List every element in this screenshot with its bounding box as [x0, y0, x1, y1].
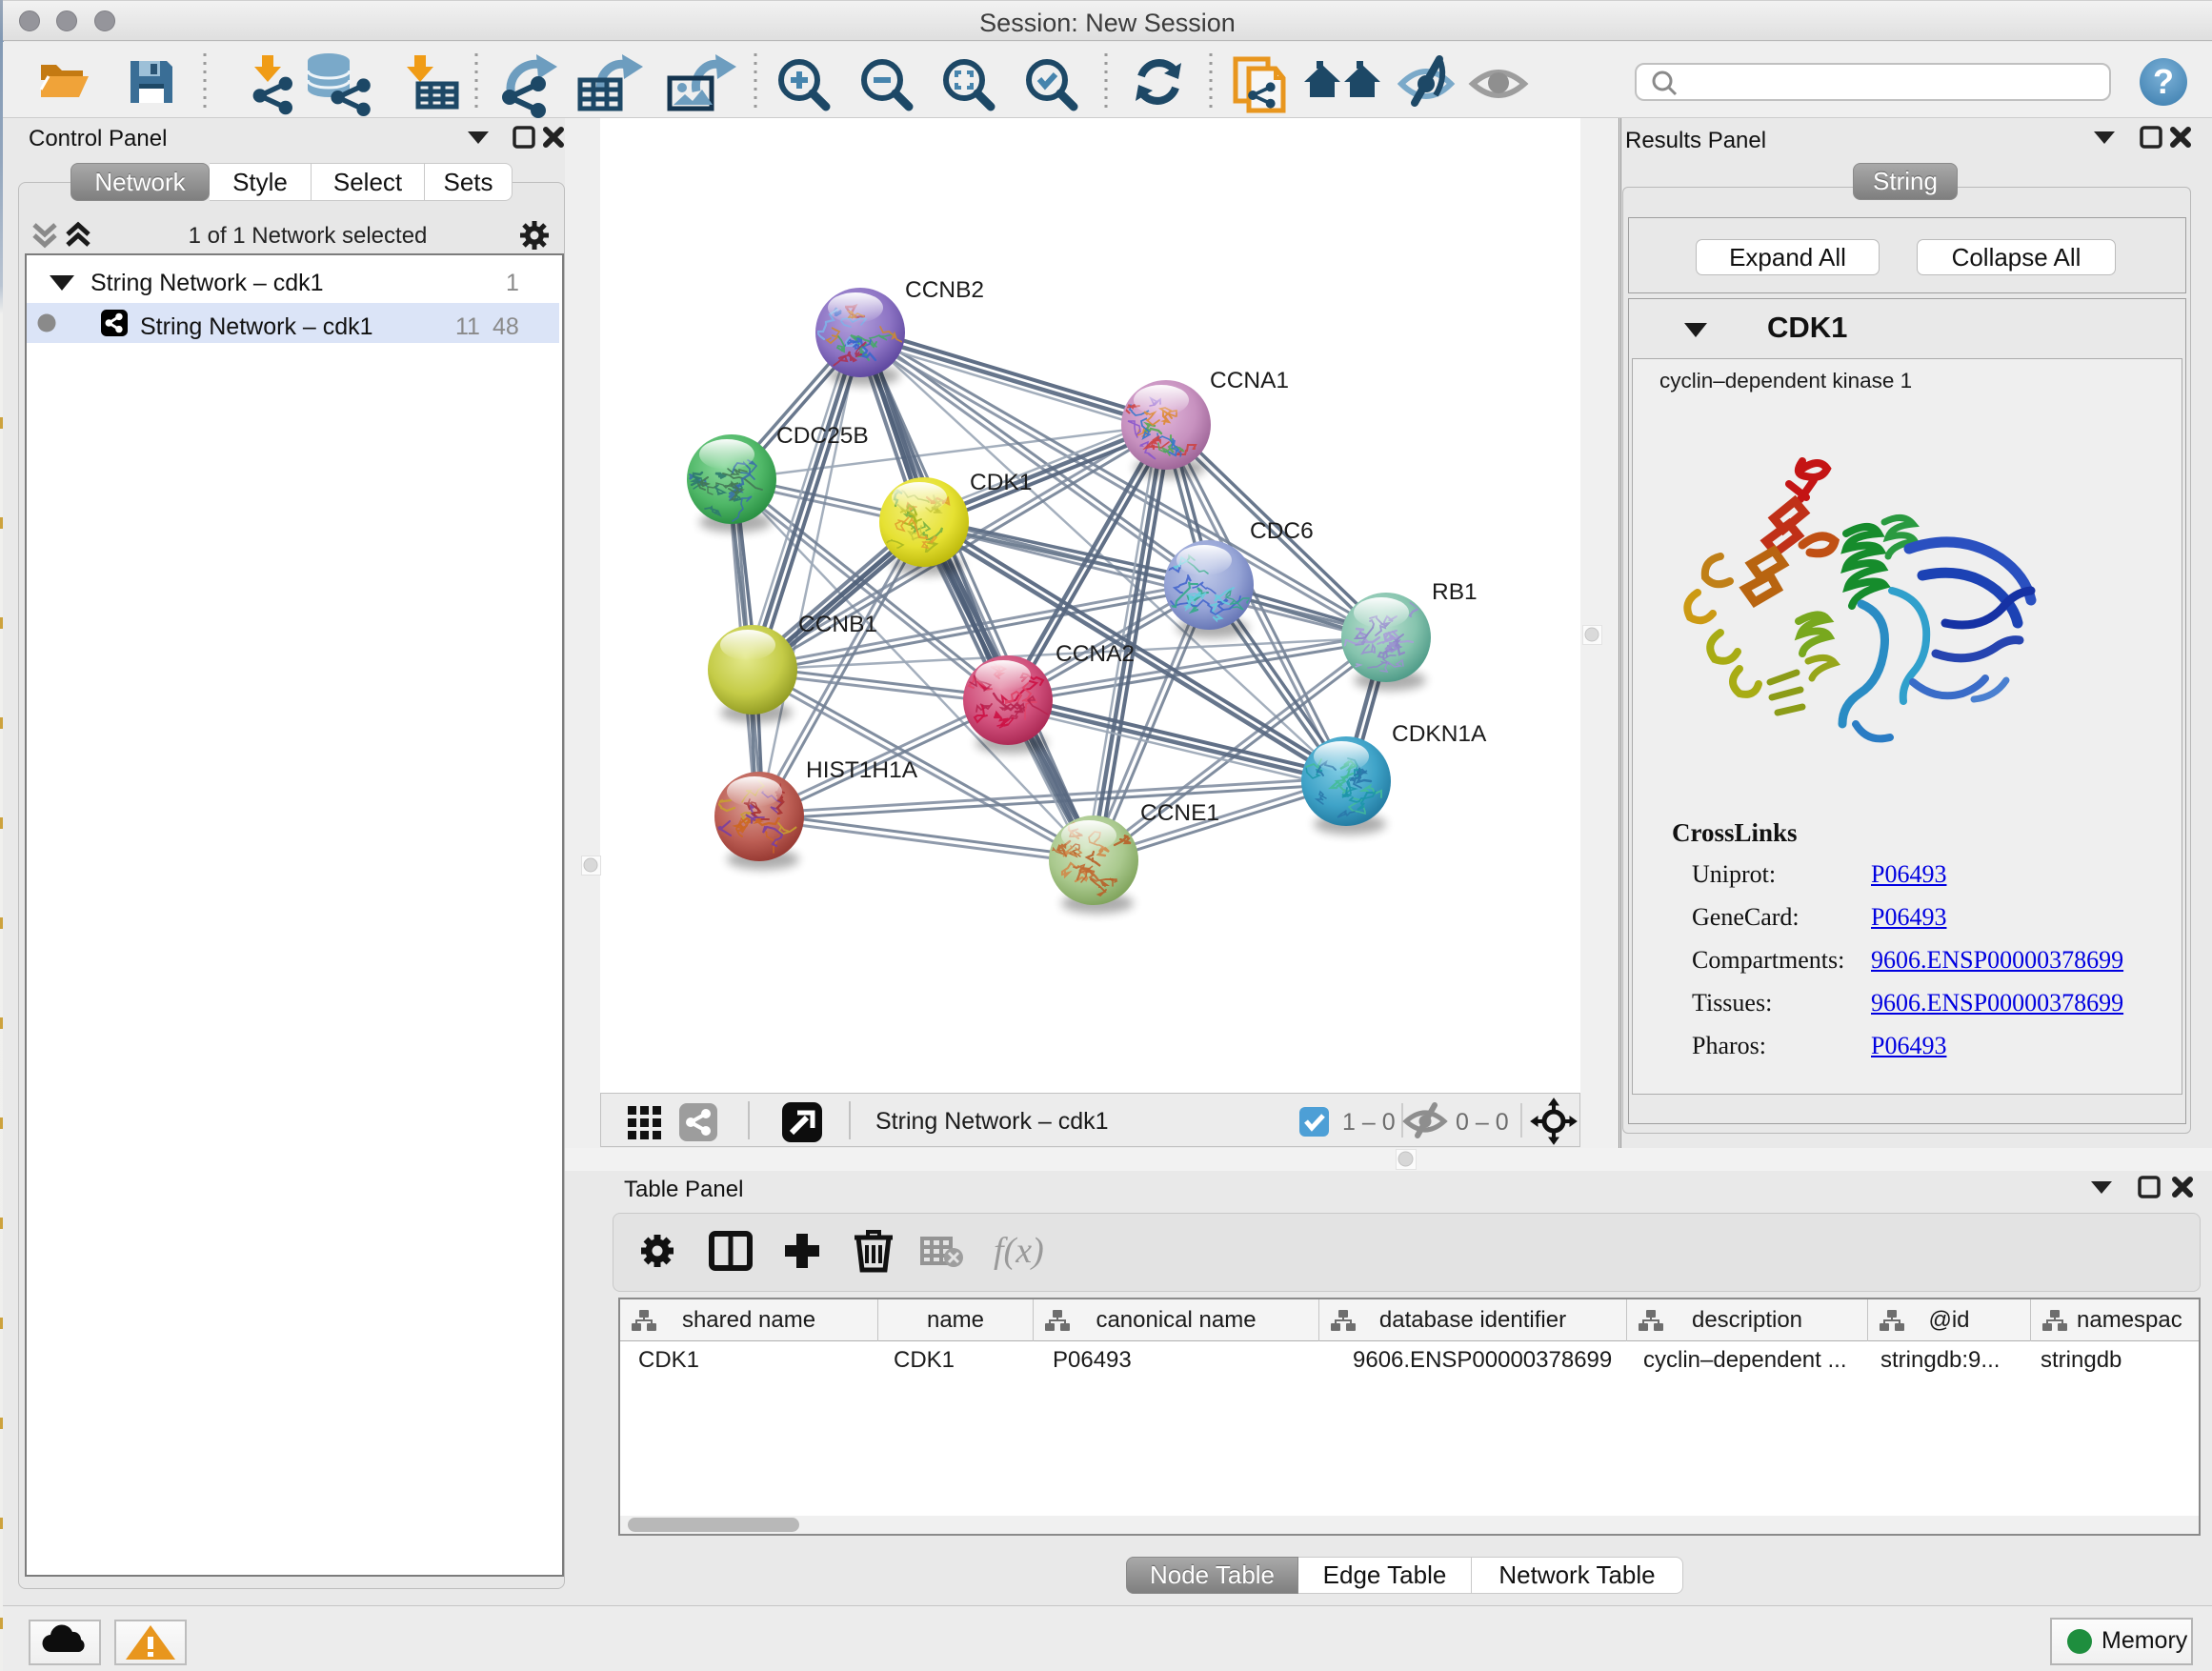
svg-text:CDC6: CDC6 [1250, 518, 1314, 544]
svg-text:CDKN1A: CDKN1A [1392, 721, 1487, 747]
svg-text:?: ? [2153, 62, 2174, 101]
svg-text:CCNE1: CCNE1 [1140, 800, 1219, 826]
svg-text:CDK1: CDK1 [970, 470, 1032, 495]
svg-text:CCNB2: CCNB2 [905, 277, 984, 303]
svg-text:0 – 0: 0 – 0 [1456, 1109, 1509, 1136]
svg-text:RB1: RB1 [1432, 579, 1478, 605]
svg-text:HIST1H1A: HIST1H1A [806, 757, 918, 783]
svg-text:f(x): f(x) [994, 1231, 1044, 1271]
svg-text:CCNA2: CCNA2 [1056, 641, 1135, 667]
svg-text:CDC25B: CDC25B [776, 423, 869, 449]
svg-text:CCNA1: CCNA1 [1210, 368, 1289, 393]
svg-text:String Network – cdk1: String Network – cdk1 [875, 1108, 1109, 1135]
svg-text:CCNB1: CCNB1 [798, 612, 877, 637]
svg-text:1 – 0: 1 – 0 [1342, 1109, 1396, 1136]
